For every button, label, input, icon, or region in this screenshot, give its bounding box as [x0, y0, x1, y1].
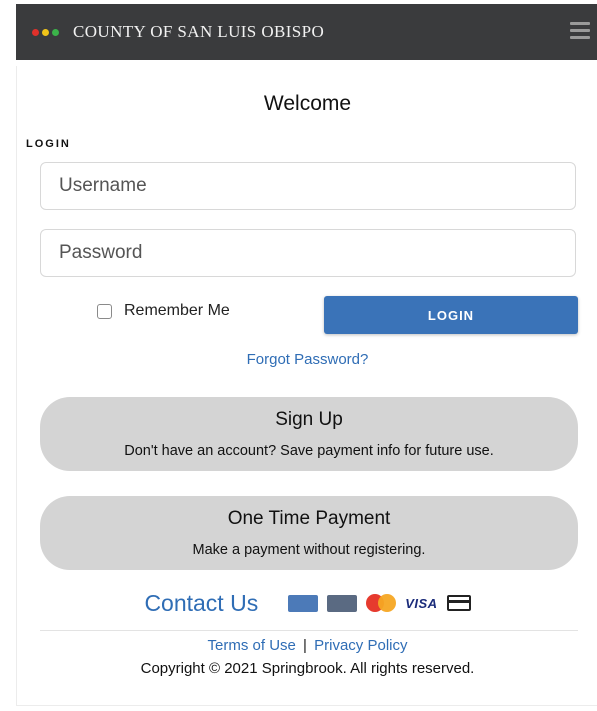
discover-card-icon [327, 594, 358, 612]
signup-button[interactable]: Sign Up Don't have an account? Save paym… [40, 397, 578, 471]
footer-divider [40, 630, 578, 631]
accepted-cards: VISA [288, 594, 471, 612]
amex-card-icon [288, 594, 319, 612]
login-button[interactable]: LOGIN [324, 296, 578, 334]
one-time-payment-subtitle: Make a payment without registering. [192, 542, 426, 558]
page-title: Welcome [263, 92, 352, 115]
footer-links: Terms of Use | Privacy Policy [17, 637, 597, 654]
hamburger-menu-icon[interactable] [570, 22, 590, 40]
copyright-text: Copyright © 2021 Springbrook. All rights… [140, 660, 475, 677]
remember-me-label[interactable]: Remember Me [124, 302, 230, 320]
red-dot-icon [32, 28, 39, 36]
site-title[interactable]: COUNTY OF SAN LUIS OBISPO [73, 22, 324, 42]
signup-subtitle: Don't have an account? Save payment info… [124, 443, 494, 459]
one-time-payment-button[interactable]: One Time Payment Make a payment without … [40, 496, 578, 570]
mastercard-icon [366, 594, 397, 612]
login-page: Welcome LOGIN Remember Me LOGIN Forgot P… [16, 66, 597, 706]
yellow-dot-icon [42, 28, 49, 36]
terms-of-use-link[interactable]: Terms of Use [208, 637, 296, 654]
visa-icon: VISA [405, 595, 438, 611]
generic-card-icon [446, 595, 471, 611]
forgot-password-link[interactable]: Forgot Password? [17, 351, 597, 368]
link-separator: | [303, 637, 307, 654]
traffic-light-dots [32, 28, 59, 36]
login-section-label: LOGIN [26, 138, 71, 150]
remember-me-checkbox[interactable] [97, 303, 112, 319]
contact-row: Contact Us VISA [17, 588, 597, 618]
green-dot-icon [52, 28, 59, 36]
contact-us-link[interactable]: Contact Us [144, 590, 258, 617]
remember-me-control[interactable]: Remember Me [97, 302, 230, 320]
username-input[interactable] [40, 162, 576, 210]
privacy-policy-link[interactable]: Privacy Policy [314, 637, 407, 654]
signup-title: Sign Up [275, 409, 343, 430]
top-navbar: COUNTY OF SAN LUIS OBISPO [16, 4, 597, 60]
one-time-payment-title: One Time Payment [227, 508, 391, 529]
password-input[interactable] [40, 229, 576, 277]
